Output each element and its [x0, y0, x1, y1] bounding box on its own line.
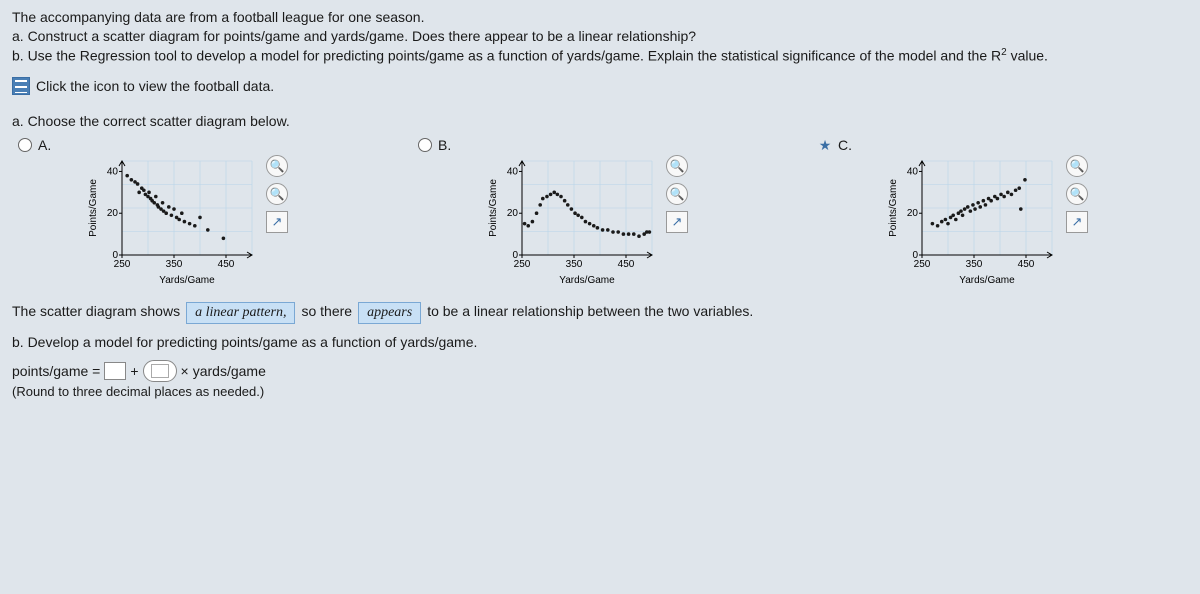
choice-c-label: C. [838, 137, 852, 153]
choice-a[interactable]: A. 25035045002040Yards/GamePoints/Game 🔍… [18, 137, 388, 288]
choice-b-label: B. [438, 137, 451, 153]
svg-text:20: 20 [907, 209, 919, 220]
zoom-in-icon[interactable]: 🔍 [1066, 155, 1088, 177]
zoom-out-icon[interactable]: 🔍 [1066, 183, 1088, 205]
zoom-in-icon[interactable]: 🔍 [666, 155, 688, 177]
svg-text:450: 450 [218, 259, 235, 270]
radio-c-selected[interactable]: ★ [818, 138, 832, 152]
view-data-link[interactable]: Click the icon to view the football data… [12, 77, 274, 95]
choice-b[interactable]: B. 25035045002040Yards/GamePoints/Game 🔍… [418, 137, 788, 288]
intro-line-1: The accompanying data are from a footbal… [12, 8, 1188, 27]
answer-slot-2[interactable]: appears [358, 302, 421, 324]
svg-text:350: 350 [566, 259, 583, 270]
popout-icon[interactable]: ↗ [266, 211, 288, 233]
svg-text:Yards/Game: Yards/Game [559, 275, 615, 285]
chart-b: 25035045002040Yards/GamePoints/Game [488, 155, 658, 288]
slope-input[interactable] [151, 364, 169, 378]
intercept-input[interactable] [104, 362, 126, 380]
answer-slot-1[interactable]: a linear pattern, [186, 302, 295, 324]
popout-icon[interactable]: ↗ [1066, 211, 1088, 233]
part-b-prompt: b. Develop a model for predicting points… [12, 334, 1188, 350]
svg-text:20: 20 [507, 209, 519, 220]
svg-text:Points/Game: Points/Game [888, 179, 899, 237]
svg-text:350: 350 [966, 259, 983, 270]
radio-b[interactable] [418, 138, 432, 152]
svg-text:0: 0 [512, 250, 518, 261]
chart-a: 25035045002040Yards/GamePoints/Game [88, 155, 258, 288]
equation-row: points/game = + × yards/game [12, 360, 1188, 382]
question-a: a. Choose the correct scatter diagram be… [12, 113, 1188, 129]
svg-text:Yards/Game: Yards/Game [159, 275, 215, 285]
table-icon [12, 77, 30, 95]
radio-a[interactable] [18, 138, 32, 152]
svg-text:450: 450 [618, 259, 635, 270]
svg-text:40: 40 [107, 167, 119, 178]
popout-icon[interactable]: ↗ [666, 211, 688, 233]
answer-sentence: The scatter diagram shows a linear patte… [12, 302, 1188, 324]
svg-text:Points/Game: Points/Game [488, 179, 499, 237]
svg-text:Points/Game: Points/Game [88, 179, 99, 237]
svg-text:40: 40 [507, 167, 519, 178]
intro-line-b: b. Use the Regression tool to develop a … [12, 46, 1188, 66]
svg-text:20: 20 [107, 209, 119, 220]
zoom-in-icon[interactable]: 🔍 [266, 155, 288, 177]
choice-a-label: A. [38, 137, 51, 153]
round-note: (Round to three decimal places as needed… [12, 384, 1188, 399]
slope-input-paren [143, 360, 177, 382]
chart-c: 25035045002040Yards/GamePoints/Game [888, 155, 1058, 288]
svg-text:40: 40 [907, 167, 919, 178]
zoom-out-icon[interactable]: 🔍 [266, 183, 288, 205]
svg-text:350: 350 [166, 259, 183, 270]
svg-text:0: 0 [912, 250, 918, 261]
choice-c[interactable]: ★ C. 25035045002040Yards/GamePoints/Game… [818, 137, 1188, 288]
svg-text:0: 0 [112, 250, 118, 261]
intro-line-a: a. Construct a scatter diagram for point… [12, 27, 1188, 46]
svg-text:450: 450 [1018, 259, 1035, 270]
zoom-out-icon[interactable]: 🔍 [666, 183, 688, 205]
svg-text:Yards/Game: Yards/Game [959, 275, 1015, 285]
